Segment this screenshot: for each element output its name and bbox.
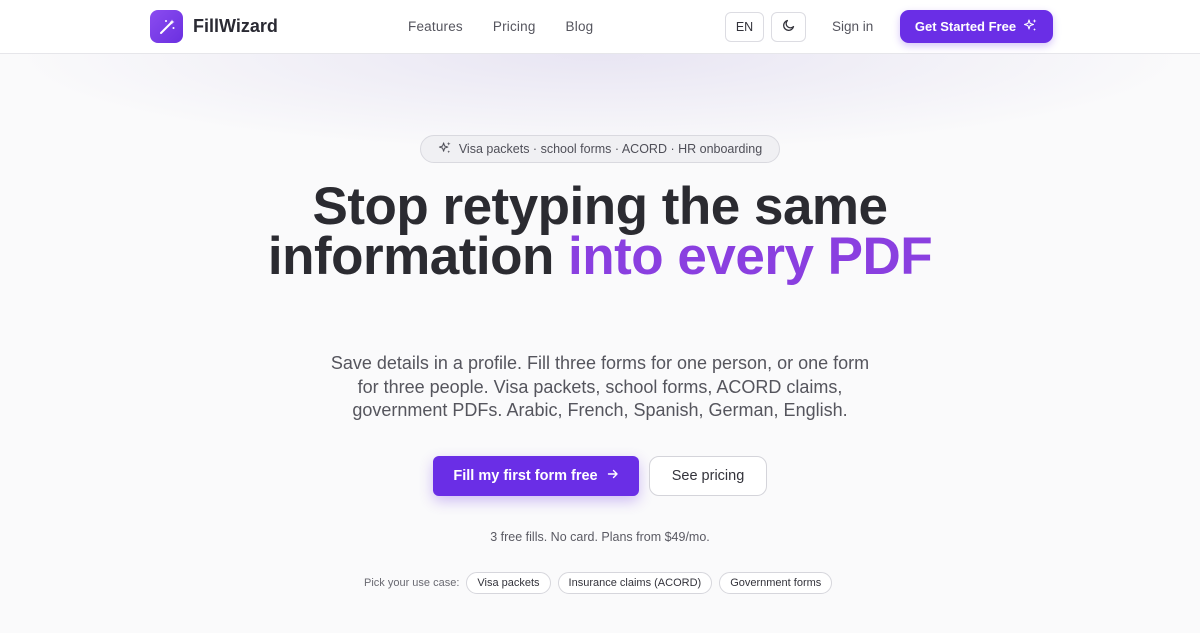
sparkles-icon xyxy=(438,141,452,158)
use-case-chip-government[interactable]: Government forms xyxy=(719,572,833,594)
fill-first-form-label: Fill my first form free xyxy=(453,468,598,484)
use-case-chip-insurance[interactable]: Insurance claims (ACORD) xyxy=(557,572,713,594)
hero-headline: Stop retyping the same information into … xyxy=(250,180,950,283)
hero-glow xyxy=(0,54,1200,194)
see-pricing-button[interactable]: See pricing xyxy=(649,456,767,496)
main-nav: Features Pricing Blog xyxy=(408,19,593,34)
magic-wand-icon xyxy=(150,10,183,43)
theme-toggle-button[interactable] xyxy=(771,12,806,42)
hero-subtitle: Save details in a profile. Fill three fo… xyxy=(330,353,870,420)
arrow-right-icon xyxy=(607,468,619,484)
pill-text: Visa packets · school forms · ACORD · HR… xyxy=(458,142,763,156)
moon-icon xyxy=(782,18,796,37)
brand-logo[interactable]: FillWizard xyxy=(150,10,278,43)
language-button[interactable]: EN xyxy=(725,12,764,42)
get-started-label: Get Started Free xyxy=(914,19,1017,34)
nav-link-features[interactable]: Features xyxy=(408,19,463,34)
nav-link-pricing[interactable]: Pricing xyxy=(493,19,536,34)
brand-name: FillWizard xyxy=(193,16,278,36)
headline-accent-text: into every PDF xyxy=(568,227,933,286)
pricing-note: 3 free fills. No card. Plans from $49/mo… xyxy=(490,530,710,544)
use-case-chip-visa[interactable]: Visa packets xyxy=(466,572,551,594)
sign-in-link[interactable]: Sign in xyxy=(832,19,873,34)
use-case-label: Pick your use case: xyxy=(364,577,460,589)
get-started-button[interactable]: Get Started Free xyxy=(900,10,1053,43)
use-case-picker: Pick your use case: Visa packets Insuran… xyxy=(364,572,833,594)
nav-link-blog[interactable]: Blog xyxy=(566,19,594,34)
fill-first-form-button[interactable]: Fill my first form free xyxy=(433,456,639,496)
sparkles-icon xyxy=(1023,18,1038,36)
use-case-pill: Visa packets · school forms · ACORD · HR… xyxy=(420,135,780,163)
top-navbar: FillWizard Features Pricing Blog EN Sign… xyxy=(0,0,1200,54)
